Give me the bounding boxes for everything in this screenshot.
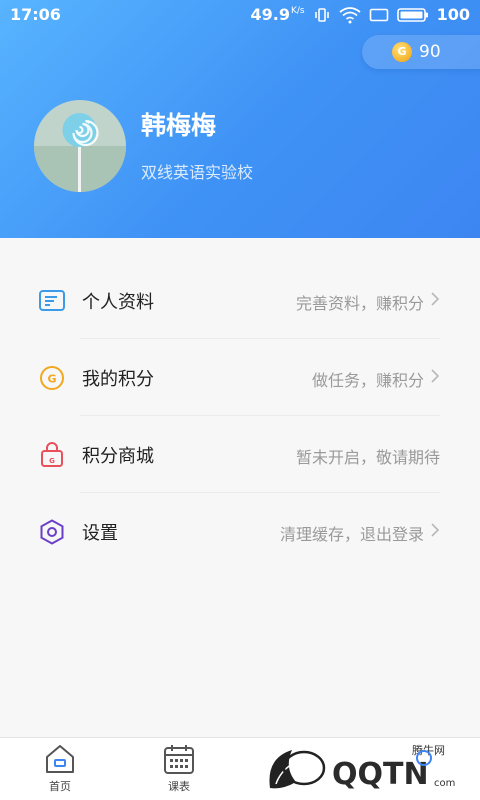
hexagon-settings-icon [40, 519, 64, 545]
chevron-right-icon [431, 369, 440, 383]
menu-item-profile[interactable]: 个人资料 完善资料，赚积分 [0, 262, 480, 339]
menu-item-hint: 做任务，赚积分 [311, 371, 424, 390]
tab-label: 课表 [168, 780, 190, 793]
network-speed: 49.9K/s [250, 0, 304, 30]
svg-text:G: G [49, 457, 55, 465]
status-time: 17:06 [10, 5, 61, 24]
calendar-icon [164, 745, 194, 774]
menu-item-hint: 清理缓存，退出登录 [279, 525, 424, 544]
home-icon [46, 745, 74, 773]
points-coin-icon: G [40, 366, 64, 390]
profile-header: 17:06 49.9K/s 100 G 90 韩梅梅 双线英语实验校 [0, 0, 480, 238]
status-bar: 17:06 49.9K/s 100 [0, 0, 480, 30]
watermark-brand: QQTN [332, 757, 429, 792]
network-speed-unit: K/s [290, 6, 305, 16]
battery-icon [396, 8, 428, 22]
avatar[interactable] [34, 100, 126, 192]
menu-item-points[interactable]: G 我的积分 做任务，赚积分 [0, 339, 480, 416]
user-name: 韩梅梅 [141, 111, 217, 140]
menu-item-label: 个人资料 [82, 292, 154, 313]
menu-item-hint: 暂未开启，敬请期待 [295, 448, 440, 467]
tab-schedule[interactable]: 课表 [144, 742, 214, 794]
bottom-tab-bar: 首页 课表 QQTN 腾牛网 com [0, 737, 480, 800]
coin-icon: G [392, 42, 412, 62]
chevron-right-icon [431, 523, 440, 537]
points-value: 90 [419, 42, 441, 62]
school-name: 双线英语实验校 [141, 163, 254, 182]
menu-item-label: 积分商城 [82, 446, 154, 467]
wifi-icon [339, 7, 361, 24]
menu-item-hint: 完善资料，赚积分 [295, 294, 424, 313]
menu-item-label: 我的积分 [82, 369, 154, 390]
menu-item-label: 设置 [82, 523, 118, 544]
menu-item-settings[interactable]: 设置 清理缓存，退出登录 [0, 493, 480, 570]
network-speed-value: 49.9 [250, 5, 290, 24]
battery-level: 100 [436, 5, 470, 24]
tab-home[interactable]: 首页 [25, 742, 95, 794]
qqtn-watermark: QQTN 腾牛网 com [269, 743, 455, 792]
profile-menu: 个人资料 完善资料，赚积分 G 我的积分 做任务，赚积分 G 积分商城 暂未开启… [0, 262, 480, 570]
chevron-right-icon [431, 292, 440, 306]
vibrate-icon [314, 8, 329, 22]
watermark-domain: com [434, 778, 455, 789]
menu-item-points-mall[interactable]: G 积分商城 暂未开启，敬请期待 [0, 416, 480, 493]
points-badge[interactable]: G 90 [362, 35, 480, 69]
profile-card-icon [39, 290, 65, 311]
svg-text:G: G [47, 373, 56, 386]
tab-label: 首页 [49, 780, 71, 793]
shopping-bag-icon: G [41, 442, 63, 467]
lollipop-icon [34, 113, 126, 192]
screen-icon [369, 8, 388, 22]
status-indicators: 49.9K/s 100 [250, 0, 470, 30]
